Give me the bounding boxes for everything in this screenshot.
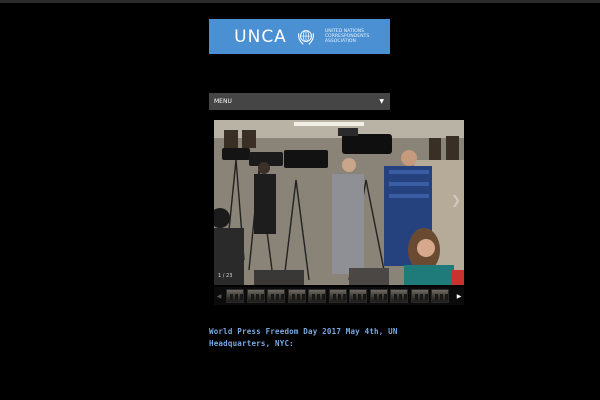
gallery-thumbnail[interactable] (349, 289, 367, 303)
chevron-right-icon[interactable]: ❯ (451, 193, 461, 207)
gallery-thumbnail[interactable] (390, 289, 408, 303)
press-photo (214, 120, 464, 285)
gallery-thumbnail[interactable] (246, 289, 265, 303)
logo-abbreviation: UNCA (234, 26, 287, 47)
gallery-thumbnail[interactable] (410, 289, 429, 303)
triangle-right-icon[interactable]: ▶ (454, 287, 464, 305)
gallery-thumbnail[interactable] (226, 289, 244, 303)
chevron-down-icon: ▼ (379, 98, 384, 105)
menu-dropdown[interactable]: MENU ▼ (209, 93, 390, 110)
gallery-slide-image[interactable] (214, 120, 464, 285)
site-logo[interactable]: UNCA UNITED NATIONS CORRESPONDENTS ASSOC… (209, 19, 390, 54)
menu-label: MENU (214, 98, 232, 105)
gallery-thumbnail[interactable] (287, 289, 306, 303)
slide-counter: 1 / 23 (218, 273, 233, 279)
top-bar (0, 0, 600, 3)
triangle-left-icon[interactable]: ◀ (214, 287, 224, 305)
logo-full-name: UNITED NATIONS CORRESPONDENTS ASSOCIATIO… (324, 28, 370, 45)
gallery-thumbnail[interactable] (267, 289, 285, 303)
thumbnail-strip: ◀ ▶ (214, 287, 464, 305)
gallery-thumbnail[interactable] (308, 289, 326, 303)
gallery-caption: World Press Freedom Day 2017 May 4th, UN… (209, 327, 398, 348)
un-wreath-globe-icon (297, 29, 314, 45)
gallery-thumbnail[interactable] (431, 289, 449, 303)
gallery-thumbnail[interactable] (328, 289, 347, 303)
gallery-thumbnail[interactable] (369, 289, 388, 303)
